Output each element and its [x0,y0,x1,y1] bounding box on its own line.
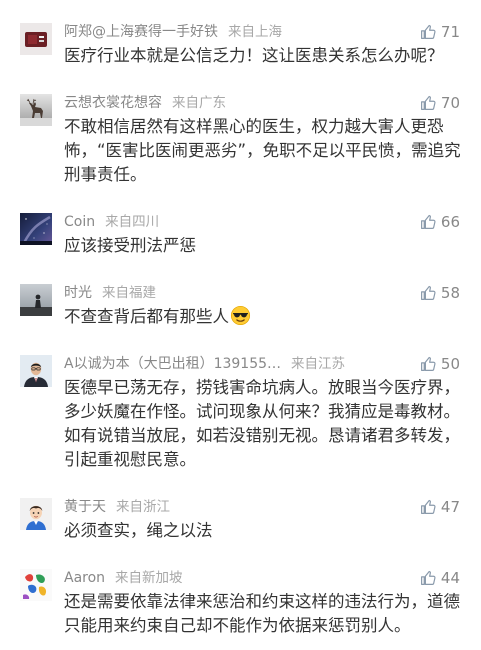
username[interactable]: Coin [64,213,95,231]
comment-header: 云想衣裳花想容 来自广东 [64,94,460,112]
location-label: 来自福建 [102,285,156,301]
thumbs-up-icon [420,570,436,585]
comment-text: 应该接受刑法严惩 [64,234,460,258]
username[interactable]: Aaron [64,569,105,587]
like-count: 47 [440,498,460,516]
thumbs-up-icon [420,356,436,371]
thumbs-up-icon [420,95,436,110]
comment-item: 云想衣裳花想容 来自广东 70 不敢相信居然有这样黑心的医生，权力越大害人更恐 … [0,80,481,199]
comment-text-line: 医疗行业本就是公信乏力！这让医患关系怎么办呢？ [64,46,444,65]
comment-text-line: 怖，“医害比医闹更恶劣”，免职不足以平民愤，需追究 [64,141,461,160]
comment-text-line: 多少妖魔在作怪。试问现象从何来？我猜应是毒教材。 [64,402,460,421]
like-button[interactable]: 44 [419,569,460,587]
avatar[interactable] [20,355,52,387]
thumbs-up-icon [420,285,436,300]
comment-text: 医疗行业本就是公信乏力！这让医患关系怎么办呢？ [64,44,460,68]
like-button[interactable]: 47 [419,498,460,516]
avatar-image [20,569,52,601]
like-button[interactable]: 66 [419,213,460,231]
avatar-image [20,23,52,55]
thumbs-up-icon [420,24,436,39]
comment-text-line: 刑事责任。 [64,165,147,184]
avatar-image [20,94,52,126]
comment-header: 时光 来自福建 [64,284,460,302]
location-label: 来自新加坡 [115,570,183,586]
username[interactable]: A以诚为本（大巴出租）139155… [64,355,281,373]
like-count: 70 [440,94,460,112]
location-label: 来自四川 [105,214,160,230]
sunglasses-emoji-icon [230,305,251,326]
comment-header: A以诚为本（大巴出租）139155… 来自江苏 [64,355,460,373]
comment-text-line: 如有说错当放屁，如若没错别无视。恳请诸君多转发， [64,426,460,445]
location-label: 来自江苏 [291,356,346,372]
comment-text: 必须查实，绳之以法 [64,519,460,543]
username[interactable]: 云想衣裳花想容 [64,94,162,112]
avatar[interactable] [20,23,52,55]
like-count: 50 [440,355,460,373]
comment-text-line: 引起重视慰民意。 [64,450,196,469]
avatar[interactable] [20,94,52,126]
avatar-image [20,213,52,245]
location-label: 来自广东 [172,95,226,111]
comment-item: A以诚为本（大巴出租）139155… 来自江苏 50 医德早已荡无存，捞钱害命坑… [0,341,481,484]
comment-header: 黄于天 来自浙江 [64,498,460,516]
comment-text-content: 不查查背后都有那些人 [64,307,229,326]
thumbs-up-icon [420,499,436,514]
comment-text-line: 还是需要依靠法律来惩治和约束这样的违法行为，道德 [64,592,460,611]
comment-item: 时光 来自福建 58 不查查背后都有那些人 [0,270,481,341]
username[interactable]: 时光 [64,284,92,302]
comment-item: 阿郑@上海赛得一手好铁 来自上海 71 医疗行业本就是公信乏力！这让医患关系怎么… [0,9,481,80]
comment-text: 医德早已荡无存，捞钱害命坑病人。放眼当今医疗界， 多少妖魔在作怪。试问现象从何来… [64,376,460,472]
comment-text-line: 应该接受刑法严惩 [64,236,196,255]
comment-list: 阿郑@上海赛得一手好铁 来自上海 71 医疗行业本就是公信乏力！这让医患关系怎么… [0,0,481,650]
comment-header: Aaron 来自新加坡 [64,569,460,587]
like-count: 44 [440,569,460,587]
comment-text-line: 不查查背后都有那些人 [64,305,460,329]
comment-text-line: 必须查实，绳之以法 [64,521,213,540]
comment-text-line: 医德早已荡无存，捞钱害命坑病人。放眼当今医疗界， [64,378,460,397]
location-label: 来自上海 [228,24,282,40]
location-label: 来自浙江 [116,499,170,515]
comment-text: 不查查背后都有那些人 [64,305,460,329]
comment-text-line: 不敢相信居然有这样黑心的医生，权力越大害人更恐 [64,117,444,136]
avatar-image [20,284,52,316]
like-button[interactable]: 58 [419,284,460,302]
avatar[interactable] [20,213,52,245]
comment-text: 不敢相信居然有这样黑心的医生，权力越大害人更恐 怖，“医害比医闹更恶劣”，免职不… [64,115,461,187]
avatar-image [20,498,52,530]
comment-text: 还是需要依靠法律来惩治和约束这样的违法行为，道德 只能用来约束自己却不能作为依据… [64,590,460,638]
comment-header: 阿郑@上海赛得一手好铁 来自上海 [64,23,460,41]
avatar-image [20,355,52,387]
like-button[interactable]: 70 [419,94,460,112]
comment-item: Coin 来自四川 66 应该接受刑法严惩 [0,199,481,270]
username[interactable]: 阿郑@上海赛得一手好铁 [64,23,218,41]
like-button[interactable]: 50 [419,355,460,373]
like-count: 58 [440,284,460,302]
thumbs-up-icon [420,214,436,229]
like-count: 71 [440,23,460,41]
comment-text-line: 只能用来约束自己却不能作为依据来惩罚别人。 [64,616,411,635]
username[interactable]: 黄于天 [64,498,106,516]
comment-header: Coin 来自四川 [64,213,460,231]
avatar[interactable] [20,498,52,530]
avatar[interactable] [20,284,52,316]
comment-item: 黄于天 来自浙江 47 必须查实，绳之以法 [0,484,481,555]
like-button[interactable]: 71 [419,23,460,41]
like-count: 66 [440,213,460,231]
avatar[interactable] [20,569,52,601]
comment-item: Aaron 来自新加坡 44 还是需要依靠法律来惩治和约束这样的违法行为，道德 … [0,555,481,650]
